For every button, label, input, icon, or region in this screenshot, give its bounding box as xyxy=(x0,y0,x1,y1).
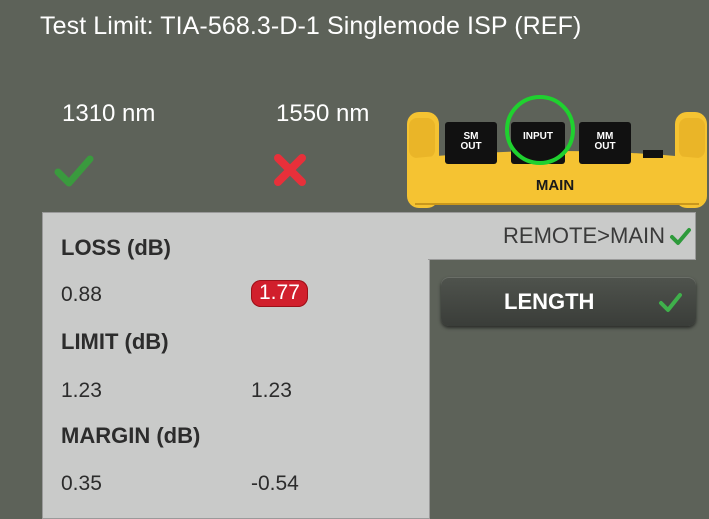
length-button-label: LENGTH xyxy=(504,289,595,314)
loss-1310-value: 0.88 xyxy=(61,283,102,306)
check-icon xyxy=(670,228,691,245)
main-unit-label: MAIN xyxy=(536,177,574,194)
margin-header: MARGIN (dB) xyxy=(61,423,201,448)
mm-out-port-label-2: OUT xyxy=(594,141,615,152)
results-panel: LOSS (dB) 0.88 1.77 LIMIT (dB) 1.23 1.23… xyxy=(42,212,430,519)
loss-header: LOSS (dB) xyxy=(61,235,171,260)
margin-row: 0.35 -0.54 xyxy=(61,472,299,496)
margin-1550-value: -0.54 xyxy=(251,472,299,495)
tab-remote-main[interactable]: REMOTE>MAIN xyxy=(428,212,696,260)
loss-row: 0.88 1.77 xyxy=(61,280,308,307)
wavelength-1310-label: 1310 nm xyxy=(62,100,156,127)
check-icon xyxy=(659,293,682,312)
test-limit-title: Test Limit: TIA-568.3-D-1 Singlemode ISP… xyxy=(40,12,582,40)
limit-header: LIMIT (dB) xyxy=(61,329,169,354)
length-button[interactable]: LENGTH xyxy=(441,277,696,326)
margin-1310-value: 0.35 xyxy=(61,472,102,495)
x-icon xyxy=(274,154,306,186)
check-icon xyxy=(54,155,94,187)
input-port-label: INPUT xyxy=(523,131,553,142)
limit-1550-value: 1.23 xyxy=(251,379,292,402)
tab-remote-main-label: REMOTE>MAIN xyxy=(503,223,665,248)
loss-1550-fail-badge: 1.77 xyxy=(251,280,308,307)
limit-row: 1.23 1.23 xyxy=(61,379,292,403)
limit-1310-value: 1.23 xyxy=(61,379,102,402)
main-unit-graphic: SM OUT INPUT MM OUT MAIN xyxy=(407,95,707,208)
wavelength-1550-label: 1550 nm xyxy=(276,100,370,127)
sm-out-port-label-2: OUT xyxy=(460,141,481,152)
